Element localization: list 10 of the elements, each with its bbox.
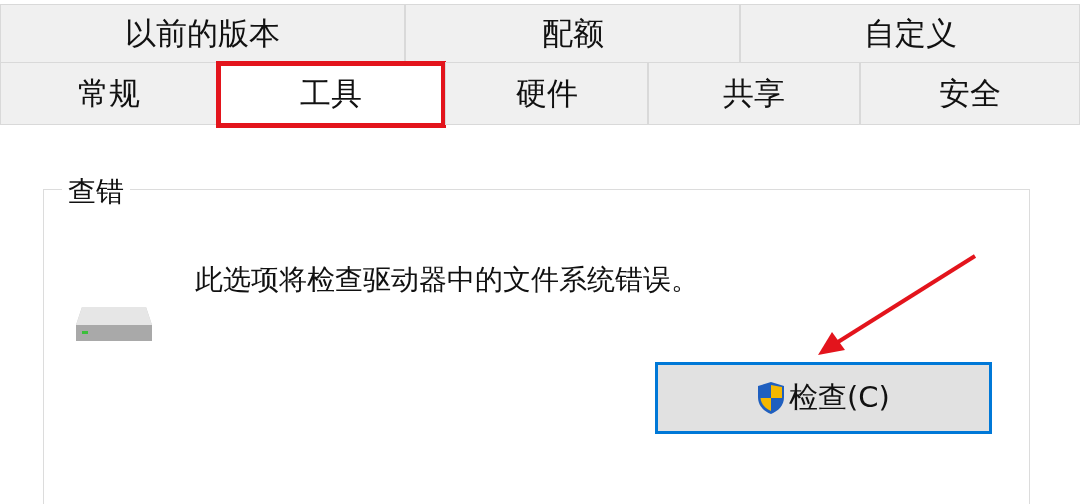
tab[interactable]: 硬件 [445,62,648,125]
tab[interactable]: 安全 [860,62,1080,125]
check-button[interactable]: 检查(C) [655,362,992,434]
tab[interactable]: 自定义 [740,4,1080,62]
tab[interactable]: 以前的版本 [0,4,405,62]
tab[interactable]: 配额 [405,4,740,62]
description-text: 此选项将检查驱动器中的文件系统错误。 [195,262,700,298]
tab[interactable]: 共享 [648,62,860,125]
shield-icon [757,381,786,415]
tab[interactable]: 常规 [0,62,217,125]
